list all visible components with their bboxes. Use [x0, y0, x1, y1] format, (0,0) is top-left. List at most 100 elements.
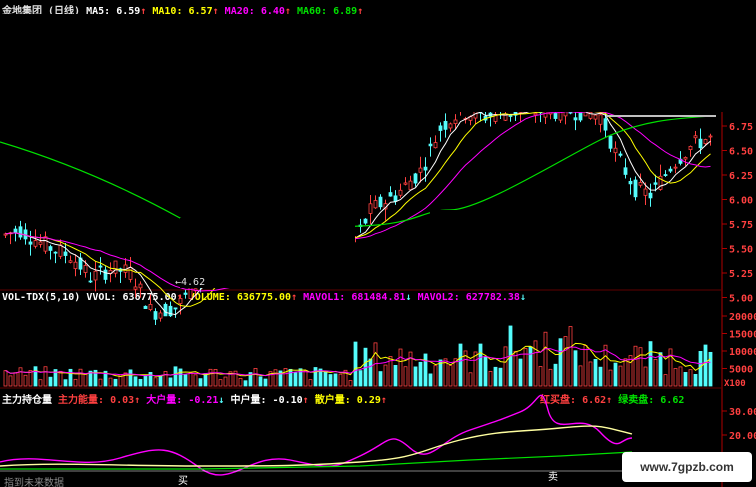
- candle-body: [133, 286, 138, 290]
- candle-body: [33, 240, 38, 247]
- volume-bar: [563, 336, 568, 387]
- volume-bar: [428, 373, 433, 387]
- right-gap-mask: [430, 210, 610, 288]
- volume-bar: [328, 374, 333, 387]
- indicator-lines-layer: [0, 394, 633, 476]
- volume-bar: [558, 338, 563, 387]
- volume-bar: [583, 345, 588, 387]
- volume-bar: [313, 367, 318, 387]
- candle-body: [63, 251, 68, 256]
- volume-bar: [163, 371, 168, 387]
- retail-line: [0, 425, 633, 467]
- volume-bar: [198, 378, 203, 387]
- candle-body: [428, 143, 433, 147]
- volume-bar: [3, 370, 8, 387]
- volume-bar: [658, 352, 663, 387]
- volume-bar: [473, 351, 478, 387]
- volume-bar: [598, 366, 603, 387]
- candle-body: [173, 307, 178, 310]
- volume-bar: [153, 377, 158, 387]
- volume-bar: [63, 379, 68, 387]
- candle-body: [618, 153, 623, 156]
- volume-bar: [423, 353, 428, 387]
- volume-bar: [33, 366, 38, 387]
- price-axis-ticks: 6.75 6.50 6.25 6.00 5.75 5.50 5.25 5.00: [722, 122, 753, 305]
- volume-bar: [113, 378, 118, 387]
- volume-bar: [333, 373, 338, 387]
- candle-body: [38, 241, 43, 245]
- volume-bar: [213, 368, 218, 387]
- candle-body: [178, 298, 183, 304]
- volume-bar: [323, 371, 328, 387]
- candle-body: [378, 196, 383, 208]
- volume-bar: [193, 374, 198, 387]
- volume-bar: [633, 345, 638, 387]
- candle-body: [683, 157, 688, 160]
- price-tick-label: 5.00: [729, 294, 753, 305]
- volume-bar: [683, 372, 688, 387]
- volume-bar: [648, 341, 653, 387]
- candle-body: [608, 135, 613, 149]
- volume-bar: [43, 366, 48, 387]
- volume-bar: [378, 371, 383, 387]
- price-tick-label: 6.50: [729, 147, 753, 158]
- volume-bar: [273, 369, 278, 387]
- candle-body: [628, 180, 633, 185]
- candle-body: [613, 147, 618, 154]
- candle-body: [88, 280, 93, 283]
- volume-bar: [418, 361, 423, 387]
- candle-body: [593, 114, 598, 120]
- candle-body: [18, 226, 23, 238]
- price-ma-lines-layer: [0, 14, 756, 316]
- volume-bar: [48, 376, 53, 387]
- volume-bar: [518, 358, 523, 387]
- volume-bar: [178, 368, 183, 387]
- candle-body: [663, 174, 668, 176]
- volume-bar: [573, 350, 578, 387]
- volume-bar: [703, 344, 708, 387]
- volume-bar: [168, 377, 173, 387]
- volume-bar: [98, 378, 103, 387]
- volume-bar: [493, 366, 498, 387]
- candle-body: [673, 166, 678, 169]
- main-force-line: [0, 394, 633, 476]
- candle-body: [408, 180, 413, 191]
- volume-bar: [383, 364, 388, 387]
- volume-bar: [83, 373, 88, 387]
- volume-bar: [138, 378, 143, 387]
- volume-bar: [393, 365, 398, 387]
- candle-body: [43, 236, 48, 252]
- volume-bar: [628, 355, 633, 387]
- stock-chart-window: 金地集团 (日线) MA5: 6.59↑ MA10: 6.57↑ MA20: 6…: [0, 0, 756, 487]
- candle-body: [708, 135, 713, 138]
- candle-body: [98, 265, 103, 268]
- volume-bar: [223, 376, 228, 387]
- candle-body: [448, 123, 453, 129]
- volume-bar: [348, 380, 353, 387]
- volume-bar: [288, 368, 293, 387]
- candle-body: [368, 203, 373, 214]
- buy-marker: 买: [178, 475, 188, 487]
- candle-body: [393, 195, 398, 202]
- candle-body: [438, 125, 443, 131]
- volume-bar: [23, 374, 28, 387]
- candle-body: [183, 292, 188, 295]
- volume-tick-label: 15000: [729, 330, 756, 341]
- candle-body: [648, 192, 653, 199]
- volume-tick-label: 10000: [729, 347, 756, 358]
- volume-bar: [568, 326, 573, 387]
- volume-bar: [678, 366, 683, 387]
- volume-bar: [203, 373, 208, 387]
- price-tick-label: 5.50: [729, 245, 753, 256]
- candle-body: [128, 267, 133, 280]
- volume-bar: [183, 374, 188, 387]
- volume-bar: [263, 378, 268, 387]
- candle-body: [598, 114, 603, 125]
- volume-bar: [208, 368, 213, 387]
- volume-bar: [413, 366, 418, 387]
- volume-axis-ticks: 20000 15000 10000 5000: [722, 312, 756, 376]
- mid-gap-mask: [180, 218, 355, 288]
- indicator-tick-label: 30.00: [729, 407, 756, 418]
- volume-bar: [613, 362, 618, 387]
- volume-bar: [618, 365, 623, 387]
